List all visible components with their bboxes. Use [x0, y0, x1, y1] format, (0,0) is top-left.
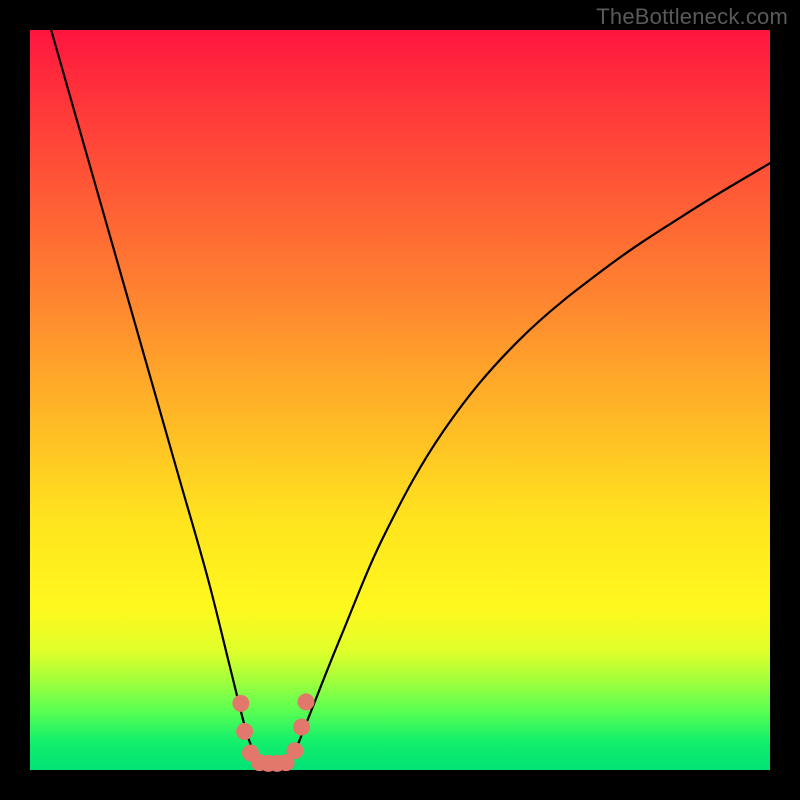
plot-area	[30, 30, 770, 770]
watermark-text: TheBottleneck.com	[596, 4, 788, 30]
curve-marker	[286, 742, 303, 759]
curve-marker	[232, 695, 249, 712]
bottleneck-curve-path	[30, 0, 770, 764]
curve-marker	[293, 719, 310, 736]
curve-marker	[236, 723, 253, 740]
curve-marker	[298, 693, 315, 710]
bottleneck-curve-svg	[30, 30, 770, 770]
chart-frame: TheBottleneck.com	[0, 0, 800, 800]
curve-markers-group	[232, 693, 314, 771]
